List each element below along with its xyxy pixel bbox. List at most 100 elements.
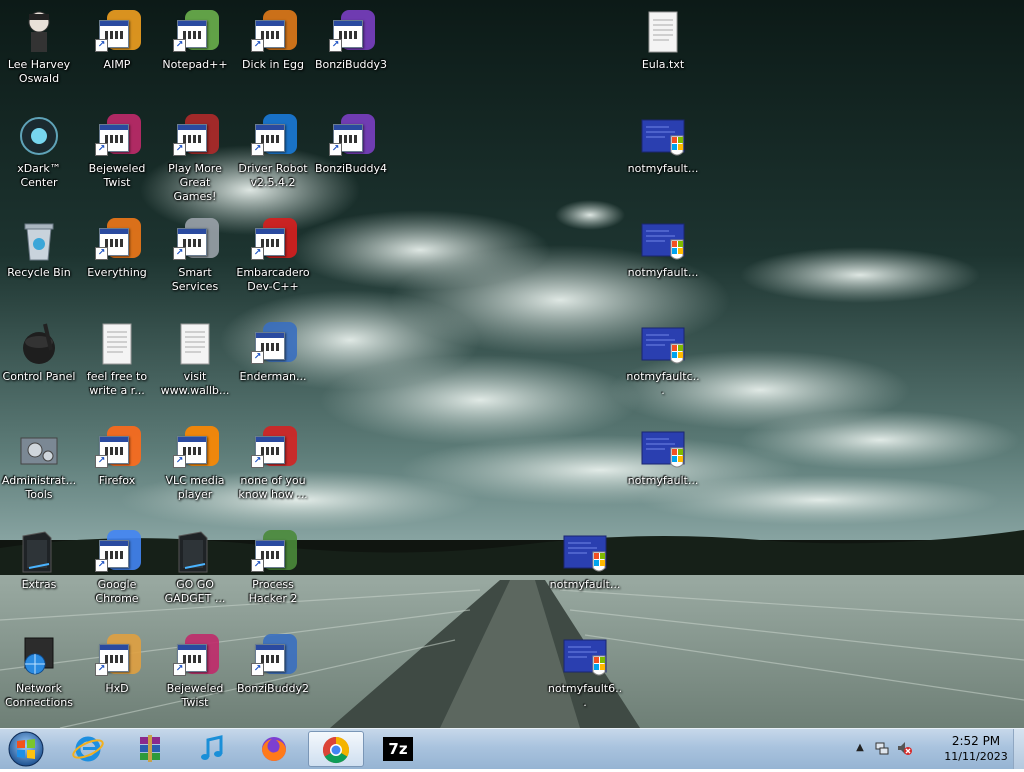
desktop-icon[interactable]: ↗ Enderman... (234, 314, 312, 414)
taskbar-chrome-button[interactable] (308, 731, 364, 767)
desktop-icon[interactable]: Eula.txt (624, 2, 702, 102)
bejeweled-icon: ↗ (93, 112, 141, 160)
desktop-icon-label: Enderman... (239, 370, 307, 383)
network-globe-icon (15, 632, 63, 680)
desktop-icon[interactable]: ↗ VLC media player (156, 418, 234, 518)
desktop-icon-label: Bejeweled Twist (88, 162, 146, 189)
desktop-icon-label: VLC media player (165, 474, 225, 501)
taskbar-7zip-button[interactable]: 7z (370, 731, 426, 767)
desktop-icon[interactable]: Control Panel (0, 314, 78, 414)
purple-gorilla-icon: ↗ (327, 8, 375, 56)
windows-orb-icon (8, 731, 44, 767)
show-hidden-icons-icon[interactable]: ▲ (854, 742, 866, 754)
desktop-icon-label: GO GO GADGET ... (164, 578, 226, 605)
desktop-icon[interactable]: ↗ Process Hacker 2 (234, 522, 312, 622)
shortcut-arrow-icon: ↗ (95, 663, 108, 676)
taskbar-internet-explorer-button[interactable] (60, 731, 116, 767)
desktop-icon-label: Bejeweled Twist (166, 682, 224, 709)
desktop-icon-label: AIMP (103, 58, 131, 71)
desktop-icon-label: Firefox (98, 474, 136, 487)
text-document-icon (171, 320, 219, 368)
desktop-icon[interactable]: notmyfaultc... (624, 314, 702, 414)
vlc-cone-icon: ↗ (171, 424, 219, 472)
desktop-icon[interactable]: Lee Harvey Oswald (0, 2, 78, 102)
desktop-icon-label: none of you know how ... (238, 474, 308, 501)
admin-tools-icon (15, 424, 63, 472)
desktop-icon[interactable]: ↗ HxD (78, 626, 156, 726)
crash-tool-icon (561, 528, 609, 576)
text-document-icon (639, 8, 687, 56)
desktop-icon[interactable]: ↗ BonziBuddy2 (234, 626, 312, 726)
desktop-icon[interactable]: GO GO GADGET ... (156, 522, 234, 622)
desktop-icon[interactable]: feel free to write a r... (78, 314, 156, 414)
aimp-icon: ↗ (93, 8, 141, 56)
desktop-icon[interactable]: ↗ Everything (78, 210, 156, 310)
desktop-icon[interactable]: ↗ Smart Services (156, 210, 234, 310)
desktop-icon[interactable]: ↗ Embarcadero Dev-C++ (234, 210, 312, 310)
shortcut-arrow-icon: ↗ (95, 247, 108, 260)
taskbar-winrar-button[interactable] (122, 731, 178, 767)
chrome-icon (322, 736, 350, 764)
desktop-icon[interactable]: notmyfault6... (546, 626, 624, 726)
desktop-icon[interactable]: ↗ Google Chrome (78, 522, 156, 622)
desktop-icon[interactable]: notmyfault... (624, 418, 702, 518)
desktop-icon[interactable]: Administrat... Tools (0, 418, 78, 518)
shortcut-arrow-icon: ↗ (173, 663, 186, 676)
shortcut-arrow-icon: ↗ (251, 663, 264, 676)
shortcut-arrow-icon: ↗ (251, 559, 264, 572)
desktop-icon[interactable]: ↗ Bejeweled Twist (156, 626, 234, 726)
desktop-icon[interactable]: visit www.wallb... (156, 314, 234, 414)
desktop-icon[interactable]: notmyfault... (624, 210, 702, 310)
desktop-icon[interactable]: ↗ AIMP (78, 2, 156, 102)
desktop-icon[interactable]: ↗ Dick in Egg (234, 2, 312, 102)
crash-tool-icon (561, 632, 609, 680)
desktop-icon[interactable]: Network Connections (0, 626, 78, 726)
taskbar-itunes-button[interactable] (184, 731, 240, 767)
desktop-icon-label: Recycle Bin (7, 266, 71, 279)
taskbar-firefox-button[interactable] (246, 731, 302, 767)
desktop-icon[interactable]: ↗ Bejeweled Twist (78, 106, 156, 206)
desktop-icon[interactable]: ↗ BonziBuddy4 (312, 106, 390, 206)
desktop-icon[interactable]: xDark™ Center (0, 106, 78, 206)
desktop-icon[interactable]: notmyfault... (546, 522, 624, 622)
winrar-icon (140, 735, 160, 762)
desktop-icon-label: Administrat... Tools (1, 474, 77, 501)
desktop-icon[interactable]: ↗ none of you know how ... (234, 418, 312, 518)
music-note-icon (201, 735, 223, 760)
devcpp-icon: ↗ (249, 216, 297, 264)
network-icon[interactable] (874, 740, 890, 756)
shortcut-arrow-icon: ↗ (251, 247, 264, 260)
desktop-icon[interactable]: ↗ Driver Robot v2.5.4.2 (234, 106, 312, 206)
shortcut-arrow-icon: ↗ (95, 559, 108, 572)
desktop-icon[interactable]: notmyfault... (624, 106, 702, 206)
desktop-icon[interactable]: ↗ Play More Great Games! (156, 106, 234, 206)
desktop-icon[interactable]: ↗ BonziBuddy3 (312, 2, 390, 102)
desktop-icon[interactable]: ↗ Notepad++ (156, 2, 234, 102)
crash-tool-icon (639, 216, 687, 264)
clock[interactable]: 2:52 PM 11/11/2023 (936, 733, 1016, 765)
seven-zip-icon: 7z (383, 737, 413, 761)
shortcut-arrow-icon: ↗ (95, 143, 108, 156)
show-desktop-button[interactable] (1013, 729, 1024, 769)
desktop-icon-label: notmyfault... (627, 474, 699, 487)
clock-time: 2:52 PM (951, 734, 1001, 748)
egg-app-icon: ↗ (249, 8, 297, 56)
desktop-icon-label: BonziBuddy2 (236, 682, 310, 695)
start-button[interactable] (3, 730, 49, 768)
desktop-icon[interactable]: Extras (0, 522, 78, 622)
clock-date: 11/11/2023 (944, 750, 1008, 763)
desktop-icon[interactable]: Recycle Bin (0, 210, 78, 310)
shortcut-arrow-icon: ↗ (95, 39, 108, 52)
gear-icon: ↗ (171, 216, 219, 264)
desktop-icon-label: BonziBuddy4 (314, 162, 388, 175)
desktop-icon-label: Lee Harvey Oswald (7, 58, 71, 85)
desktop-icon-label: Play More Great Games! (168, 162, 222, 203)
system-tray: ▲ 2:52 PM 11/11/2023 (854, 729, 1024, 769)
desktop-icon[interactable]: ↗ Firefox (78, 418, 156, 518)
crash-tool-icon (639, 424, 687, 472)
desktop-icon-label: Extras (21, 578, 57, 591)
volume-muted-icon[interactable] (896, 740, 912, 756)
desktop-icon-label: Embarcadero Dev-C++ (236, 266, 310, 293)
desktop-icon-label: Process Hacker 2 (248, 578, 298, 605)
desktop-icon-label: feel free to write a r... (86, 370, 148, 397)
